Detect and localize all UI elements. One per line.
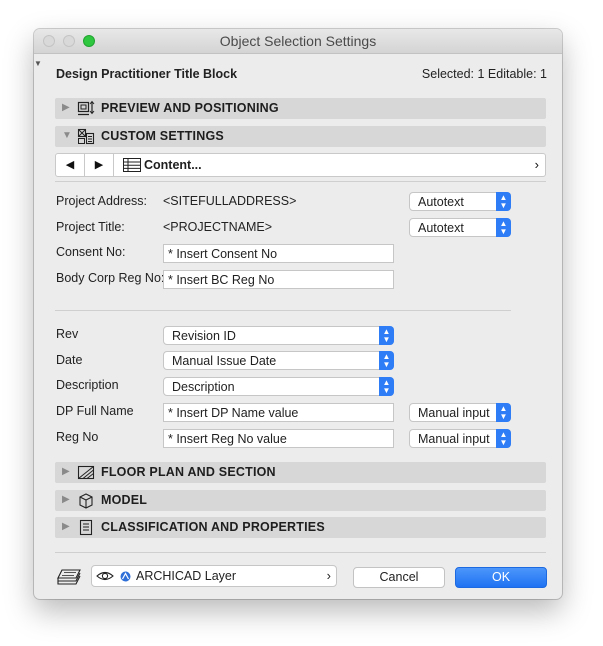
- consent-no-field[interactable]: * Insert Consent No: [163, 244, 394, 263]
- next-page-button[interactable]: ▶: [85, 154, 114, 176]
- object-name-label: Design Practitioner Title Block: [56, 67, 238, 81]
- section-title: CUSTOM SETTINGS: [101, 129, 224, 143]
- select-value: Manual input: [418, 432, 490, 446]
- description-select[interactable]: Description ▲ ▼: [163, 377, 394, 396]
- select-stepper-icon: ▲ ▼: [379, 326, 394, 345]
- table-list-icon: [123, 158, 141, 172]
- section-title: FLOOR PLAN AND SECTION: [101, 465, 276, 479]
- reg-no-label: Reg No: [56, 430, 99, 444]
- title-bar[interactable]: Object Selection Settings: [34, 29, 562, 54]
- select-value: Description: [172, 380, 235, 394]
- dp-full-name-label: DP Full Name: [56, 404, 134, 418]
- section-model[interactable]: ▶ MODEL: [55, 490, 546, 511]
- floor-plan-icon: [77, 465, 95, 480]
- select-value: Autotext: [418, 195, 464, 209]
- date-label: Date: [56, 353, 83, 367]
- description-label: Description: [56, 378, 119, 392]
- dp-full-name-field[interactable]: * Insert DP Name value: [163, 403, 394, 422]
- disclosure-expanded-icon[interactable]: ▼: [62, 130, 72, 141]
- select-value: Revision ID: [172, 329, 236, 343]
- project-title-mode-select[interactable]: Autotext ▲ ▼: [409, 218, 511, 237]
- project-title-value: <PROJECTNAME>: [163, 220, 273, 234]
- section-title: CLASSIFICATION AND PROPERTIES: [101, 520, 325, 534]
- section-custom-settings[interactable]: ▼ CUSTOM SETTINGS: [55, 126, 546, 147]
- consent-no-label: Consent No:: [56, 245, 126, 259]
- select-stepper-icon: ▲ ▼: [496, 429, 511, 448]
- project-address-mode-select[interactable]: Autotext ▲ ▼: [409, 192, 511, 211]
- select-stepper-icon: ▲ ▼: [379, 377, 394, 396]
- divider: [55, 310, 511, 311]
- select-stepper-icon: ▲ ▼: [496, 403, 511, 422]
- preview-positioning-icon: [77, 100, 95, 116]
- reg-no-mode-select[interactable]: Manual input ▲ ▼: [409, 429, 511, 448]
- project-address-label: Project Address:: [56, 194, 148, 208]
- eye-visibility-icon[interactable]: [96, 569, 114, 583]
- body-corp-reg-field[interactable]: * Insert BC Reg No: [163, 270, 394, 289]
- chevron-right-icon: ›: [326, 568, 331, 583]
- archicad-logo-icon: [120, 571, 131, 582]
- chevron-right-icon[interactable]: ›: [535, 157, 539, 172]
- layer-selector[interactable]: ARCHICAD Layer ›: [91, 565, 337, 587]
- date-select[interactable]: Manual Issue Date ▲ ▼: [163, 351, 394, 370]
- divider: [55, 552, 546, 553]
- project-address-value: <SITEFULLADDRESS>: [163, 194, 297, 208]
- dialog-window: Object Selection Settings ▼ Design Pract…: [34, 29, 562, 599]
- content-page-selector[interactable]: Content...: [144, 158, 202, 172]
- disclosure-collapsed-icon[interactable]: ▶: [62, 494, 70, 505]
- cancel-button[interactable]: Cancel: [353, 567, 445, 588]
- section-title: MODEL: [101, 493, 148, 507]
- model-cube-icon: [79, 493, 93, 509]
- disclosure-collapsed-icon[interactable]: ▶: [62, 521, 70, 532]
- previous-page-button[interactable]: ◀: [56, 154, 85, 176]
- section-floor-plan[interactable]: ▶ FLOOR PLAN AND SECTION: [55, 462, 546, 483]
- corner-marker-icon: ▼: [34, 59, 42, 68]
- content-navigation-bar: ◀ ▶ Content... ›: [55, 153, 546, 177]
- disclosure-collapsed-icon[interactable]: ▶: [62, 466, 70, 477]
- project-title-label: Project Title:: [56, 220, 125, 234]
- select-value: Manual Issue Date: [172, 354, 277, 368]
- body-corp-reg-label: Body Corp Reg No:: [56, 271, 165, 285]
- divider: [55, 181, 546, 182]
- selection-info: Selected: 1 Editable: 1: [421, 67, 547, 81]
- select-value: Autotext: [418, 221, 464, 235]
- select-stepper-icon: ▲ ▼: [496, 192, 511, 211]
- section-title: PREVIEW AND POSITIONING: [101, 101, 279, 115]
- custom-settings-icon: [77, 128, 95, 145]
- section-classification[interactable]: ▶ CLASSIFICATION AND PROPERTIES: [55, 517, 546, 538]
- rev-label: Rev: [56, 327, 79, 341]
- rev-select[interactable]: Revision ID ▲ ▼: [163, 326, 394, 345]
- classification-icon: [79, 519, 93, 536]
- dp-full-name-mode-select[interactable]: Manual input ▲ ▼: [409, 403, 511, 422]
- reg-no-field[interactable]: * Insert Reg No value: [163, 429, 394, 448]
- select-stepper-icon: ▲ ▼: [496, 218, 511, 237]
- window-title: Object Selection Settings: [219, 33, 377, 49]
- section-preview-positioning[interactable]: ▶ PREVIEW AND POSITIONING: [55, 98, 546, 119]
- layers-icon: [57, 569, 81, 585]
- disclosure-collapsed-icon[interactable]: ▶: [62, 102, 70, 113]
- ok-button[interactable]: OK: [455, 567, 547, 588]
- layer-name: ARCHICAD Layer: [136, 569, 237, 583]
- select-value: Manual input: [418, 406, 490, 420]
- select-stepper-icon: ▲ ▼: [379, 351, 394, 370]
